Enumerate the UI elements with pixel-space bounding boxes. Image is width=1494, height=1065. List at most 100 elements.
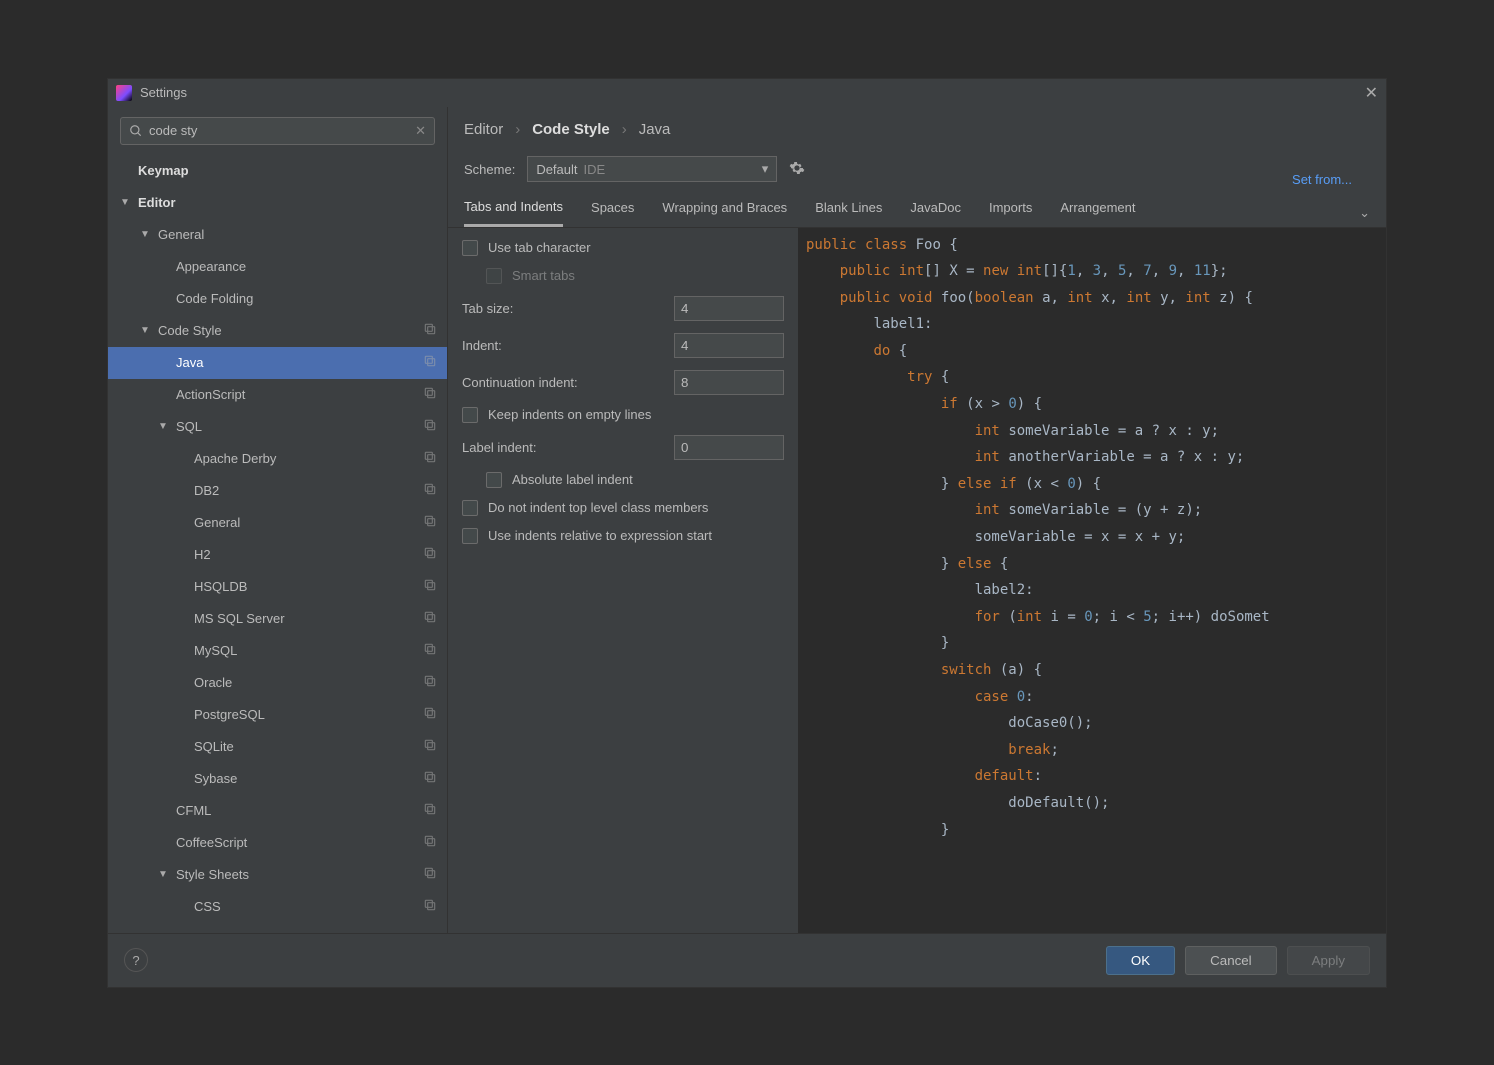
code-preview: public class Foo { public int[] X = new … (798, 228, 1386, 933)
expand-arrow-icon: ▼ (158, 869, 168, 880)
tree-item-code-style[interactable]: ▼Code Style (108, 315, 447, 347)
tree-item-sybase[interactable]: Sybase (108, 763, 447, 795)
breadcrumb-java[interactable]: Java (639, 121, 671, 138)
copy-icon (423, 610, 437, 627)
tabs-more-icon[interactable]: ⌄ (1359, 205, 1370, 221)
tree-item-oracle[interactable]: Oracle (108, 667, 447, 699)
code-line: doDefault(); (804, 790, 1386, 817)
breadcrumb: Editor › Code Style › Java (448, 107, 1386, 146)
tree-item-sqlite[interactable]: SQLite (108, 731, 447, 763)
tree-item-postgresql[interactable]: PostgreSQL (108, 699, 447, 731)
copy-icon (423, 770, 437, 787)
tree-item-general[interactable]: General (108, 507, 447, 539)
tab-javadoc[interactable]: JavaDoc (910, 200, 961, 225)
label-indent-input[interactable] (674, 435, 784, 460)
code-line: someVariable = x = x + y; (804, 524, 1386, 551)
code-line: int someVariable = (y + z); (804, 497, 1386, 524)
copy-icon (423, 322, 437, 339)
scheme-label: Scheme: (464, 162, 515, 177)
copy-icon (423, 450, 437, 467)
tab-tabs-and-indents[interactable]: Tabs and Indents (464, 199, 563, 227)
copy-icon (423, 642, 437, 659)
scheme-row: Scheme: Default IDE ▾ Set from... (448, 146, 1386, 187)
app-logo-icon (116, 85, 132, 101)
tree-item-apache-derby[interactable]: Apache Derby (108, 443, 447, 475)
tree-item-general[interactable]: ▼General (108, 219, 447, 251)
tree-item-coffeescript[interactable]: CoffeeScript (108, 827, 447, 859)
tree-item-ms-sql-server[interactable]: MS SQL Server (108, 603, 447, 635)
code-line: } else { (804, 551, 1386, 578)
tree-item-keymap[interactable]: Keymap (108, 155, 447, 187)
tree-item-code-folding[interactable]: Code Folding (108, 283, 447, 315)
expand-arrow-icon: ▼ (158, 421, 168, 432)
tree-item-java[interactable]: Java (108, 347, 447, 379)
scheme-select[interactable]: Default IDE ▾ (527, 156, 777, 182)
tab-wrapping-and-braces[interactable]: Wrapping and Braces (662, 200, 787, 225)
sidebar: ✕ Keymap▼Editor▼GeneralAppearanceCode Fo… (108, 107, 448, 933)
tree-item-sql[interactable]: ▼SQL (108, 411, 447, 443)
ok-button[interactable]: OK (1106, 946, 1175, 975)
rel-expr-checkbox[interactable]: Use indents relative to expression start (462, 528, 784, 544)
tree-item-db2[interactable]: DB2 (108, 475, 447, 507)
code-line: if (x > 0) { (804, 391, 1386, 418)
use-tab-checkbox[interactable]: Use tab character (462, 240, 784, 256)
search-box[interactable]: ✕ (120, 117, 435, 145)
tab-blank-lines[interactable]: Blank Lines (815, 200, 882, 225)
tree-item-appearance[interactable]: Appearance (108, 251, 447, 283)
tree-item-cfml[interactable]: CFML (108, 795, 447, 827)
code-line: break; (804, 737, 1386, 764)
smart-tabs-checkbox: Smart tabs (462, 268, 784, 284)
code-line: case 0: (804, 684, 1386, 711)
tree-item-actionscript[interactable]: ActionScript (108, 379, 447, 411)
tabs-row: Tabs and Indents Spaces Wrapping and Brace… (448, 187, 1386, 228)
copy-icon (423, 386, 437, 403)
gear-icon[interactable] (789, 160, 805, 179)
cont-indent-row: Continuation indent: (462, 370, 784, 395)
indent-input[interactable] (674, 333, 784, 358)
code-line: public class Foo { (804, 232, 1386, 259)
code-line: label2: (804, 577, 1386, 604)
copy-icon (423, 738, 437, 755)
clear-search-icon[interactable]: ✕ (415, 123, 426, 139)
code-line: doCase0(); (804, 710, 1386, 737)
set-from-link[interactable]: Set from... (1292, 152, 1370, 187)
tab-imports[interactable]: Imports (989, 200, 1032, 225)
abs-label-checkbox[interactable]: Absolute label indent (462, 472, 784, 488)
close-icon[interactable]: ✕ (1365, 83, 1378, 103)
tab-arrangement[interactable]: Arrangement (1060, 200, 1135, 225)
chevron-right-icon: › (622, 121, 627, 138)
keep-empty-checkbox[interactable]: Keep indents on empty lines (462, 407, 784, 423)
search-icon (129, 124, 143, 138)
code-line: public int[] X = new int[]{1, 3, 5, 7, 9… (804, 258, 1386, 285)
cancel-button[interactable]: Cancel (1185, 946, 1277, 975)
cont-indent-input[interactable] (674, 370, 784, 395)
copy-icon (423, 866, 437, 883)
search-input[interactable] (149, 123, 415, 138)
tab-size-row: Tab size: (462, 296, 784, 321)
indents-form: Use tab character Smart tabs Tab size: I… (448, 228, 798, 933)
tree-item-mysql[interactable]: MySQL (108, 635, 447, 667)
scheme-value: Default (536, 162, 577, 177)
tree-item-style-sheets[interactable]: ▼Style Sheets (108, 859, 447, 891)
scheme-suffix: IDE (584, 162, 606, 177)
settings-dialog: Settings ✕ ✕ Keymap▼Editor▼GeneralAppear… (107, 78, 1387, 988)
no-top-indent-checkbox[interactable]: Do not indent top level class members (462, 500, 784, 516)
tree-item-hsqldb[interactable]: HSQLDB (108, 571, 447, 603)
main-panel: Editor › Code Style › Java Scheme: Defau… (448, 107, 1386, 933)
tab-spaces[interactable]: Spaces (591, 200, 634, 225)
tree-item-css[interactable]: CSS (108, 891, 447, 923)
breadcrumb-editor[interactable]: Editor (464, 121, 503, 138)
copy-icon (423, 898, 437, 915)
expand-arrow-icon: ▼ (140, 229, 150, 240)
tree-item-editor[interactable]: ▼Editor (108, 187, 447, 219)
tab-size-input[interactable] (674, 296, 784, 321)
tree-item-h2[interactable]: H2 (108, 539, 447, 571)
copy-icon (423, 578, 437, 595)
expand-arrow-icon: ▼ (140, 325, 150, 336)
help-button[interactable]: ? (124, 948, 148, 972)
breadcrumb-codestyle[interactable]: Code Style (532, 121, 610, 138)
code-line: } (804, 817, 1386, 844)
copy-icon (423, 546, 437, 563)
apply-button[interactable]: Apply (1287, 946, 1370, 975)
titlebar: Settings ✕ (108, 79, 1386, 107)
